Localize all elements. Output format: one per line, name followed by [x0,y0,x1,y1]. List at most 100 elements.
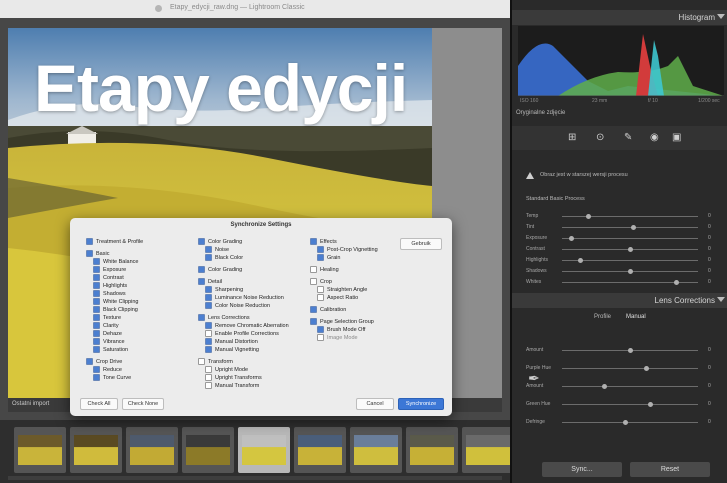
sync-checkbox[interactable]: Straighten Angle [310,286,378,294]
checkbox-unchecked-icon[interactable] [317,334,324,342]
sync-checkbox[interactable]: Color Grading [198,266,289,274]
checkbox-checked-icon[interactable] [93,338,100,346]
slider-track[interactable] [562,402,698,407]
filmstrip-thumbnail[interactable] [126,427,178,473]
checkbox-checked-icon[interactable] [93,282,100,290]
dialog-side-button[interactable]: Gebruik [400,238,442,250]
slider-track[interactable] [562,214,698,219]
sync-checkbox[interactable]: Crop [310,278,378,286]
sync-checkbox[interactable]: Page Selection Group [310,318,378,326]
checkbox-unchecked-icon[interactable] [317,286,324,294]
checkbox-checked-icon[interactable] [310,238,317,246]
slider-knob[interactable] [622,420,628,425]
slider-knob[interactable] [674,280,680,285]
sync-checkbox[interactable]: Post-Crop Vignetting [310,246,378,254]
crop-tool-icon[interactable]: ⊞ [568,132,576,143]
sync-checkbox[interactable]: Crop Drive [86,358,143,366]
sync-checkbox[interactable]: Aspect Ratio [310,294,378,302]
sync-checkbox[interactable]: Color Noise Reduction [198,302,289,310]
sync-button[interactable]: Sync... [542,462,622,477]
slider-track[interactable] [562,280,698,285]
masking-icon[interactable]: ▣ [672,132,681,143]
checkbox-checked-icon[interactable] [205,338,212,346]
sync-checkbox[interactable]: Contrast [86,274,143,282]
checkbox-checked-icon[interactable] [86,358,93,366]
checkbox-unchecked-icon[interactable] [310,278,317,286]
checkbox-unchecked-icon[interactable] [205,330,212,338]
checkbox-checked-icon[interactable] [198,278,205,286]
checkbox-checked-icon[interactable] [86,250,93,258]
sync-checkbox[interactable]: Detail [198,278,289,286]
slider-track[interactable] [562,420,698,425]
sync-checkbox[interactable]: Noise [198,246,289,254]
reset-button[interactable]: Reset [630,462,710,477]
slider-knob[interactable] [647,402,653,407]
checkbox-checked-icon[interactable] [317,326,324,334]
filmstrip-thumbnail[interactable] [238,427,290,473]
checkbox-checked-icon[interactable] [93,366,100,374]
checkbox-checked-icon[interactable] [93,290,100,298]
sync-checkbox[interactable]: Clarity [86,322,143,330]
sync-checkbox[interactable]: Effects [310,238,378,246]
checkbox-unchecked-icon[interactable] [317,294,324,302]
sync-checkbox[interactable]: Enable Profile Corrections [198,330,289,338]
slider-track[interactable] [562,236,698,241]
lens-corrections-header[interactable]: Lens Corrections [512,293,727,308]
spot-removal-icon[interactable]: ⊙ [596,132,604,143]
checkbox-checked-icon[interactable] [317,254,324,262]
sync-checkbox[interactable]: Reduce [86,366,143,374]
lens-tab-profile[interactable]: Profile [594,314,611,320]
sync-checkbox[interactable]: Manual Vignetting [198,346,289,354]
collapse-triangle-icon[interactable] [717,297,725,302]
checkbox-checked-icon[interactable] [93,330,100,338]
slider-knob[interactable] [577,258,583,263]
checkbox-checked-icon[interactable] [93,322,100,330]
checkbox-checked-icon[interactable] [317,246,324,254]
check-all-button[interactable]: Check All [80,398,118,410]
checkbox-checked-icon[interactable] [93,258,100,266]
sync-checkbox[interactable]: Calibration [310,306,378,314]
sync-checkbox[interactable]: Image Mode [310,334,378,342]
filmstrip-thumbnail[interactable] [406,427,458,473]
checkbox-checked-icon[interactable] [86,238,93,246]
sync-checkbox[interactable]: Shadows [86,290,143,298]
slider-track[interactable] [562,225,698,230]
checkbox-checked-icon[interactable] [198,314,205,322]
checkbox-unchecked-icon[interactable] [205,382,212,390]
sync-checkbox[interactable]: Healing [310,266,378,274]
sync-checkbox[interactable]: Basic [86,250,143,258]
checkbox-checked-icon[interactable] [93,314,100,322]
checkbox-checked-icon[interactable] [205,286,212,294]
histogram-header[interactable]: Histogram [512,10,727,25]
checkbox-checked-icon[interactable] [205,346,212,354]
slider-track[interactable] [562,258,698,263]
sync-checkbox[interactable]: Color Grading [198,238,289,246]
filmstrip-thumbnail[interactable] [182,427,234,473]
window-dot-icon[interactable] [155,5,162,12]
sync-checkbox[interactable]: Luminance Noise Reduction [198,294,289,302]
filmstrip-scrollbar[interactable] [8,476,502,480]
slider-track[interactable] [562,348,698,353]
filmstrip-thumbnail[interactable] [294,427,346,473]
sync-checkbox[interactable]: Transform [198,358,289,366]
sync-checkbox[interactable]: White Clipping [86,298,143,306]
sync-checkbox[interactable]: Saturation [86,346,143,354]
sync-checkbox[interactable]: White Balance [86,258,143,266]
checkbox-checked-icon[interactable] [205,302,212,310]
slider-knob[interactable] [643,366,649,371]
checkbox-checked-icon[interactable] [93,266,100,274]
filmstrip-thumbnail[interactable] [462,427,514,473]
slider-track[interactable] [562,247,698,252]
slider-knob[interactable] [628,348,633,353]
filmstrip-thumbnail[interactable] [350,427,402,473]
checkbox-checked-icon[interactable] [310,306,317,314]
checkbox-checked-icon[interactable] [93,374,100,382]
sync-checkbox[interactable]: Grain [310,254,378,262]
checkbox-unchecked-icon[interactable] [205,366,212,374]
sync-checkbox[interactable]: Tone Curve [86,374,143,382]
sync-checkbox[interactable]: Remove Chromatic Aberration [198,322,289,330]
filmstrip-thumbnail[interactable] [14,427,66,473]
sync-checkbox[interactable]: Dehaze [86,330,143,338]
sync-checkbox[interactable]: Brush Mode Off [310,326,378,334]
slider-track[interactable] [562,269,698,274]
